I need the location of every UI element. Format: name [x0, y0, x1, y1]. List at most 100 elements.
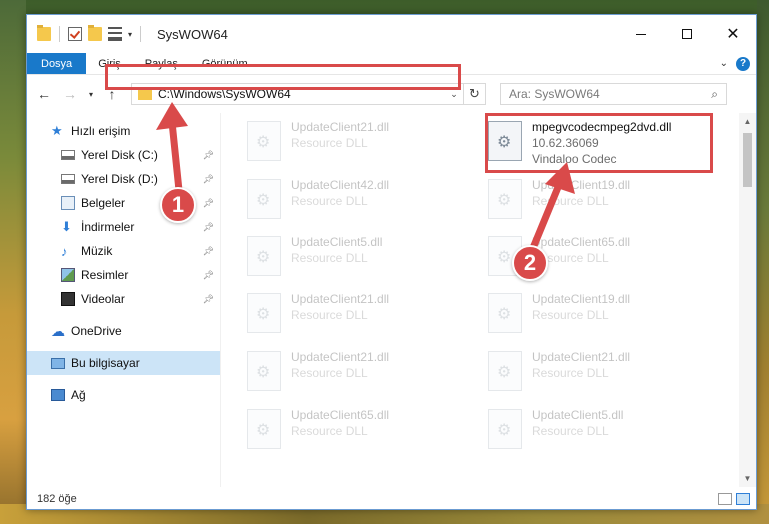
- sidebar-item-this-pc[interactable]: Bu bilgisayar: [27, 351, 220, 375]
- sidebar-item-label: OneDrive: [71, 324, 122, 338]
- minimize-icon: [636, 33, 646, 35]
- maximize-icon: [682, 29, 692, 39]
- tab-giris[interactable]: Giriş: [86, 53, 133, 74]
- expand-ribbon-chevron-icon[interactable]: ⌄: [720, 58, 728, 69]
- separator: [140, 26, 142, 42]
- file-name: UpdateClient21.dll: [291, 350, 390, 364]
- address-folder-icon: [138, 86, 152, 100]
- tab-gorunum[interactable]: Görünüm: [190, 53, 260, 74]
- pin-icon[interactable]: 📌︎: [203, 246, 214, 257]
- network-icon: [51, 389, 65, 401]
- dll-file-icon: [247, 179, 281, 219]
- file-name: UpdateClient19.dll: [532, 178, 631, 192]
- sidebar-item-label: Yerel Disk (C:): [81, 148, 158, 162]
- ribbon-tabs: Dosya Giriş Paylaş Görünüm ⌄ ?: [27, 53, 756, 75]
- list-item[interactable]: UpdateClient5.dll Resource DLL: [488, 403, 728, 459]
- scroll-up-icon[interactable]: ▲: [739, 113, 756, 130]
- help-icon[interactable]: ?: [736, 56, 750, 71]
- music-icon: ♪: [61, 243, 68, 259]
- file-description: Resource DLL: [532, 424, 609, 438]
- details-view-icon[interactable]: [718, 492, 732, 505]
- sidebar-item-pictures[interactable]: Resimler 📌︎: [27, 263, 220, 287]
- file-name: UpdateClient65.dll: [291, 408, 390, 422]
- pin-icon[interactable]: 📌︎: [203, 174, 214, 185]
- pin-icon[interactable]: 📌︎: [203, 150, 214, 161]
- video-icon: [61, 292, 75, 306]
- address-dropdown-chevron-icon[interactable]: ⌄: [445, 89, 463, 100]
- list-item[interactable]: UpdateClient21.dll Resource DLL: [247, 345, 487, 401]
- tab-dosya[interactable]: Dosya: [27, 53, 87, 74]
- forward-button[interactable]: →: [59, 83, 81, 105]
- scroll-down-icon[interactable]: ▼: [739, 470, 756, 487]
- properties-icon[interactable]: [108, 27, 122, 41]
- list-item[interactable]: UpdateClient65.dll Resource DLL: [247, 403, 487, 459]
- list-item[interactable]: UpdateClient5.dll Resource DLL: [247, 230, 487, 286]
- sidebar-item-videos[interactable]: Videolar 📌︎: [27, 287, 220, 311]
- list-item[interactable]: UpdateClient19.dll Resource DLL: [488, 173, 728, 229]
- maximize-button[interactable]: [664, 15, 710, 53]
- vertical-scrollbar[interactable]: ▲ ▼: [739, 113, 756, 487]
- list-item[interactable]: UpdateClient21.dll Resource DLL: [247, 287, 487, 343]
- sidebar-item-music[interactable]: ♪ Müzik 📌︎: [27, 239, 220, 263]
- tab-paylas[interactable]: Paylaş: [133, 53, 190, 74]
- title-bar: ▾ SysWOW64 ✕: [27, 15, 756, 53]
- list-item[interactable]: UpdateClient21.dll Resource DLL: [247, 115, 487, 171]
- pin-icon[interactable]: 📌︎: [203, 270, 214, 281]
- large-icons-view-icon[interactable]: [736, 492, 750, 505]
- annotation-badge-1: 1: [160, 187, 196, 223]
- file-company: Vindaloo Codec: [532, 152, 617, 166]
- list-item[interactable]: UpdateClient21.dll Resource DLL: [488, 345, 728, 401]
- pin-icon[interactable]: 📌︎: [203, 198, 214, 209]
- file-description: Resource DLL: [291, 308, 368, 322]
- up-button[interactable]: ↑: [101, 83, 123, 105]
- file-name: UpdateClient65.dll: [532, 235, 631, 249]
- back-button[interactable]: ←: [33, 83, 55, 105]
- download-icon: ⬇: [61, 219, 72, 234]
- address-bar[interactable]: C:\Windows\SysWOW64 ⌄ ↻: [131, 83, 486, 105]
- sidebar-item-local-disk-c[interactable]: Yerel Disk (C:) 📌︎: [27, 143, 220, 167]
- desktop-background-left: [0, 0, 26, 524]
- file-version: 10.62.36069: [532, 136, 599, 150]
- sidebar-item-network[interactable]: Ağ: [27, 383, 220, 407]
- window-controls: ✕: [618, 15, 756, 53]
- minimize-button[interactable]: [618, 15, 664, 53]
- sidebar-item-label: Hızlı erişim: [71, 124, 131, 138]
- scrollbar-thumb[interactable]: [743, 133, 752, 187]
- highlighted-file-item[interactable]: mpegvcodecmpeg2dvd.dll 10.62.36069 Vinda…: [488, 115, 728, 171]
- sidebar-item-quick-access[interactable]: ★ Hızlı erişim: [27, 119, 220, 143]
- item-count: 182 öğe: [37, 492, 77, 505]
- sidebar-item-downloads[interactable]: ⬇ İndirmeler 📌︎: [27, 215, 220, 239]
- disk-icon: [61, 150, 75, 160]
- star-icon: ★: [51, 123, 63, 138]
- new-folder-icon[interactable]: [88, 25, 102, 41]
- search-input[interactable]: Ara: SysWOW64 ⌕: [500, 83, 727, 105]
- customize-toolbar-icon[interactable]: ▾: [128, 30, 132, 39]
- dll-file-icon: [488, 179, 522, 219]
- address-path[interactable]: C:\Windows\SysWOW64: [158, 87, 445, 101]
- status-bar: 182 öğe: [27, 487, 756, 509]
- close-button[interactable]: ✕: [710, 15, 756, 53]
- list-item[interactable]: UpdateClient19.dll Resource DLL: [488, 287, 728, 343]
- quick-access-toolbar: ▾ SysWOW64: [27, 25, 228, 42]
- file-name: UpdateClient42.dll: [291, 178, 390, 192]
- recent-locations-chevron-icon[interactable]: ▾: [85, 83, 97, 105]
- refresh-button[interactable]: ↻: [463, 83, 485, 105]
- properties-check-icon[interactable]: [68, 27, 82, 41]
- annotation-badge-2: 2: [512, 245, 548, 281]
- list-item[interactable]: UpdateClient42.dll Resource DLL: [247, 173, 487, 229]
- sidebar-item-local-disk-d[interactable]: Yerel Disk (D:) 📌︎: [27, 167, 220, 191]
- explorer-body: ★ Hızlı erişim Yerel Disk (C:) 📌︎ Yerel …: [27, 113, 756, 487]
- file-description: Resource DLL: [532, 194, 609, 208]
- sidebar-item-onedrive[interactable]: ☁ OneDrive: [27, 319, 220, 343]
- navigation-bar: ← → ▾ ↑ C:\Windows\SysWOW64 ⌄ ↻ Ara: Sys…: [27, 75, 756, 113]
- folder-icon: [37, 25, 51, 41]
- file-name: UpdateClient21.dll: [291, 292, 390, 306]
- explorer-window: ▾ SysWOW64 ✕ Dosya Giriş Paylaş Görünüm …: [26, 14, 757, 510]
- pin-icon[interactable]: 📌︎: [203, 222, 214, 233]
- pin-icon[interactable]: 📌︎: [203, 294, 214, 305]
- navigation-pane: ★ Hızlı erişim Yerel Disk (C:) 📌︎ Yerel …: [27, 113, 221, 487]
- sidebar-item-label: İndirmeler: [81, 220, 135, 234]
- file-description: Resource DLL: [291, 136, 368, 150]
- file-description: Resource DLL: [291, 251, 368, 265]
